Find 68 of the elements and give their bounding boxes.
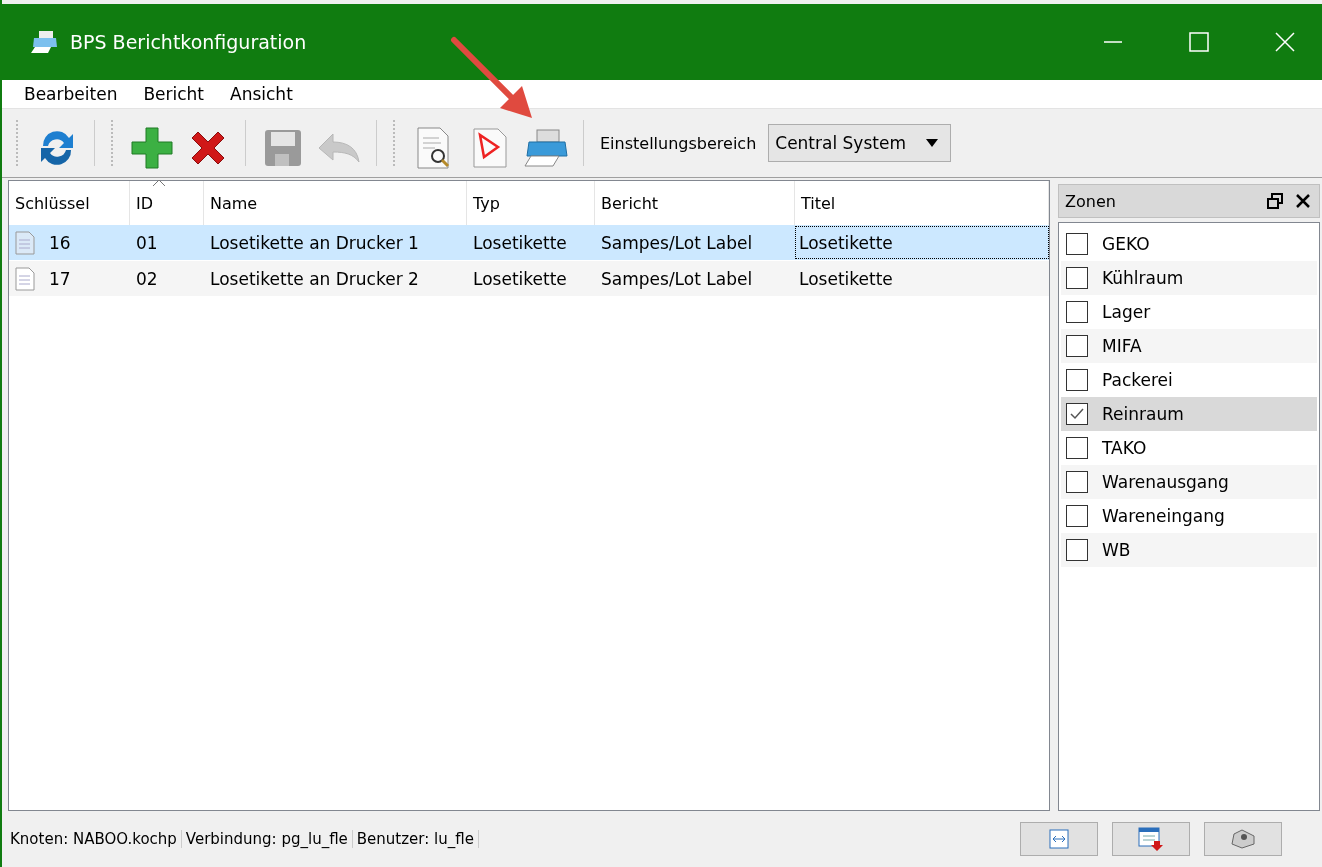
close-icon[interactable]	[1295, 193, 1311, 209]
checkbox[interactable]	[1066, 233, 1088, 255]
zone-label: Kühlraum	[1102, 268, 1184, 288]
zone-item[interactable]: Reinraum	[1061, 397, 1317, 431]
zone-label: Warenausgang	[1102, 472, 1229, 492]
table-cell-text: 01	[135, 232, 159, 253]
zone-item[interactable]: WB	[1061, 533, 1317, 567]
zone-item[interactable]: Warenausgang	[1061, 465, 1317, 499]
zone-label: Lager	[1102, 302, 1151, 322]
document-icon	[15, 230, 35, 255]
checkbox[interactable]	[1066, 267, 1088, 289]
table-cell: Losetikette	[795, 226, 1049, 259]
panel-title: Zonen	[1065, 191, 1117, 211]
zone-item[interactable]: MIFA	[1061, 329, 1317, 363]
zone-label: Wareneingang	[1102, 506, 1225, 526]
table-cell-text: Losetikette an Drucker 1	[209, 232, 420, 253]
zone-label: TAKO	[1102, 438, 1147, 458]
printer-icon	[30, 30, 58, 54]
menu-item[interactable]: Bearbeiten	[16, 84, 126, 104]
table-cell-text: Losetikette	[798, 267, 894, 291]
table-cell-text: Losetikette	[472, 268, 568, 289]
minimize-icon	[1103, 41, 1123, 43]
table-cell-text: Sampes/Lot Label	[600, 268, 754, 289]
zone-label: Reinraum	[1102, 404, 1184, 424]
checkbox[interactable]	[1066, 335, 1088, 357]
table-cell-text: 02	[135, 268, 159, 289]
list-export-icon	[1138, 827, 1164, 851]
zone-label: WB	[1102, 540, 1131, 560]
table-cell-text: Losetikette	[472, 232, 568, 253]
save-icon	[263, 128, 303, 168]
scope-dropdown[interactable]: Central System	[768, 124, 951, 162]
fit-width-icon	[1049, 829, 1069, 849]
table-cell: 17	[49, 268, 71, 289]
checkbox[interactable]	[1066, 301, 1088, 323]
document-icon	[15, 266, 35, 291]
restore-icon[interactable]	[1267, 193, 1283, 209]
zone-label: GEKO	[1102, 234, 1150, 254]
status-field: Verbindung: pg_lu_fle	[181, 830, 353, 848]
plus-icon	[130, 126, 174, 170]
menu-item[interactable]: Bericht	[135, 84, 213, 104]
zone-label: Packerei	[1102, 370, 1173, 390]
table-cell-text: Sampes/Lot Label	[600, 232, 754, 253]
checkbox[interactable]	[1066, 369, 1088, 391]
checkbox[interactable]	[1066, 403, 1088, 425]
maximize-icon	[1189, 32, 1209, 52]
close-icon	[1275, 32, 1295, 52]
window-title: BPS Berichtkonfiguration	[70, 31, 308, 53]
checkbox[interactable]	[1066, 437, 1088, 459]
checkbox[interactable]	[1066, 505, 1088, 527]
export-button[interactable]	[1112, 822, 1190, 856]
pdf-icon	[471, 127, 509, 169]
table-row[interactable]: 17 02 Losetikette an Drucker 2 Losetikette Sampes/Lot Label Losetikette	[9, 261, 1049, 296]
tape-button[interactable]	[1204, 822, 1282, 856]
sort-ascending-icon	[152, 179, 166, 187]
checkbox[interactable]	[1066, 471, 1088, 493]
caret-icon	[925, 139, 938, 147]
status-field: Knoten: NABOO.kochp	[6, 830, 182, 848]
table-cell: 16	[49, 232, 71, 253]
zone-item[interactable]: Kühlraum	[1061, 261, 1317, 295]
table-cell-text: Losetikette an Drucker 2	[209, 268, 420, 289]
printer-icon	[523, 128, 569, 168]
table-row[interactable]: 16 01 Losetikette an Drucker 1 Losetikette Sampes/Lot Label Losetikette	[9, 225, 1049, 260]
check-icon	[1069, 407, 1085, 421]
zone-label: MIFA	[1102, 336, 1142, 356]
menu-item[interactable]: Ansicht	[222, 84, 301, 104]
status-field: Benutzer: lu_fle	[352, 830, 479, 848]
checkbox[interactable]	[1066, 539, 1088, 561]
scope-label: Einstellungsbereich	[600, 133, 757, 153]
